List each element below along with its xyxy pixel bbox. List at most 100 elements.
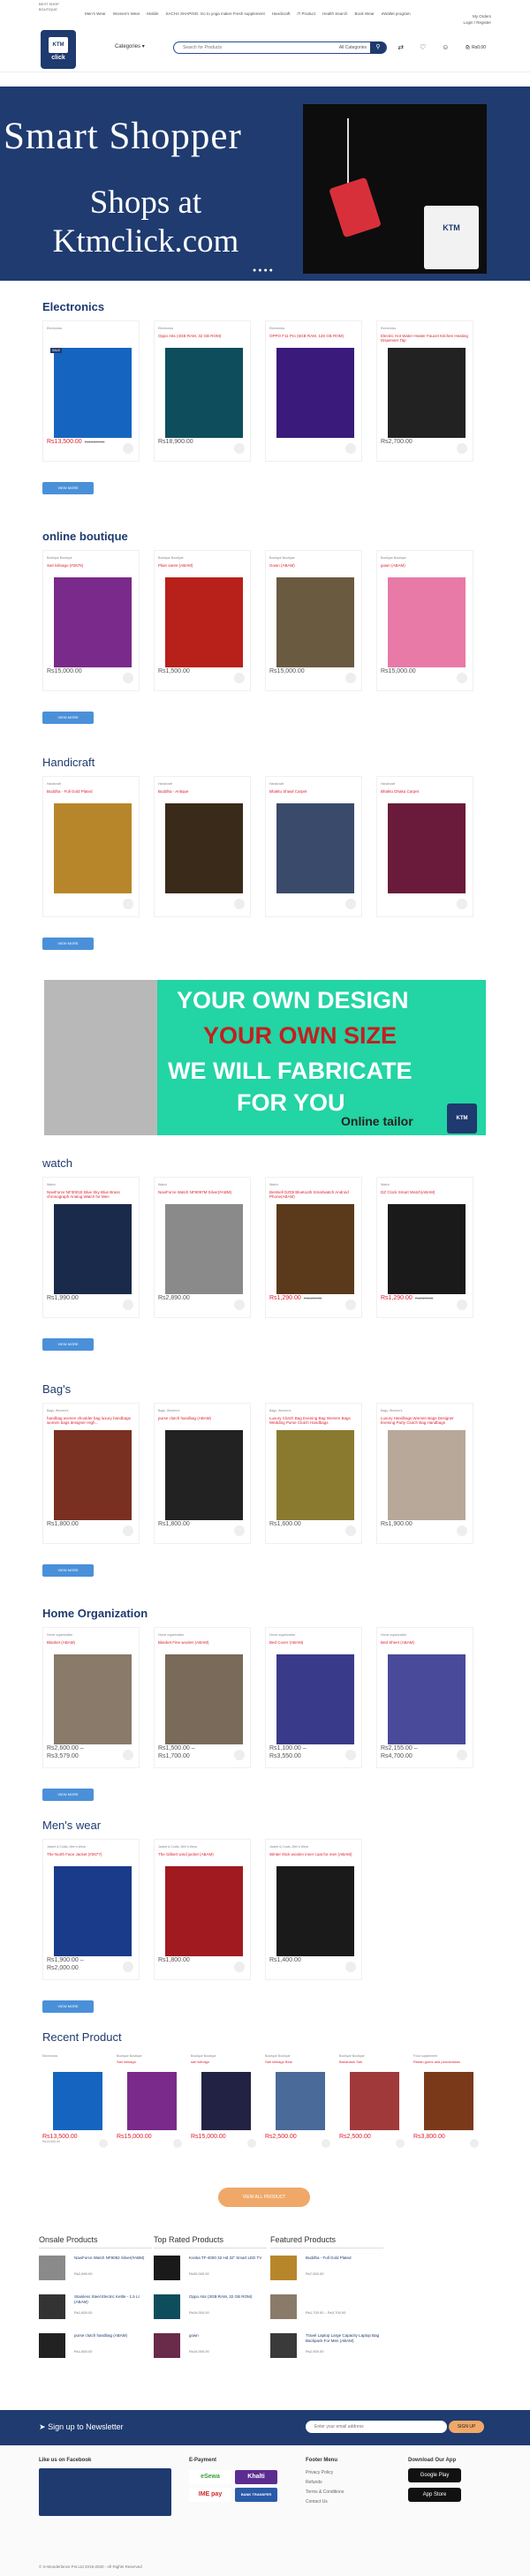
product-thumbnail[interactable] xyxy=(39,2294,65,2319)
product-name[interactable]: Oppo A5s (4GB RAM, 32 GB ROM) xyxy=(158,334,246,338)
product-thumbnail[interactable] xyxy=(270,2333,297,2358)
top-nav-item[interactable]: Health Search xyxy=(322,11,348,16)
product-image[interactable] xyxy=(54,1204,132,1294)
cart-button[interactable]: 🛍 Rs0.00 xyxy=(465,45,486,50)
product-name[interactable]: gown (ABAM) xyxy=(381,563,469,568)
add-to-cart-button[interactable] xyxy=(457,1299,467,1310)
product-image[interactable] xyxy=(165,1866,243,1956)
add-to-cart-button[interactable] xyxy=(234,673,245,683)
add-to-cart-button[interactable] xyxy=(234,1525,245,1536)
product-image[interactable] xyxy=(388,348,466,438)
product-name[interactable]: Buddha - Full Gold Plated xyxy=(47,789,135,794)
product-name[interactable]: OPPO F11 Pro (6GB RAM, 128 GB ROM) xyxy=(269,334,358,338)
product-name[interactable]: Oppo A5s (3GB RAM, 32 GB ROM) xyxy=(189,2294,267,2300)
top-nav-item[interactable]: Men's Wear xyxy=(85,11,106,16)
product-name[interactable]: Luxury Handbags Women Bags Designer Even… xyxy=(381,1416,469,1425)
categories-dropdown[interactable]: Categories ▾ xyxy=(115,43,145,49)
product-image[interactable] xyxy=(388,1204,466,1294)
product-list-item[interactable]: Buddha - Full Gold Plated Rs7,500.00 xyxy=(270,2254,383,2287)
top-nav-item[interactable]: Book Wear xyxy=(355,11,375,16)
recent-product-card[interactable]: Boutique Boutique Sari kilinago Rs15,000.0… xyxy=(117,2054,187,2160)
add-to-cart-button[interactable] xyxy=(457,673,467,683)
product-list-item[interactable]: Stainless Steel Electric Kettle - 1.5 Lt… xyxy=(39,2293,152,2326)
add-to-cart-button[interactable] xyxy=(457,1525,467,1536)
add-to-cart-button[interactable] xyxy=(234,1962,245,1972)
product-image[interactable] xyxy=(165,1204,243,1294)
product-name[interactable]: Travel Laptop Large Capacity Laptop Bag … xyxy=(306,2333,383,2344)
product-name[interactable]: Winter thick woolen inner coat for men (… xyxy=(269,1852,358,1857)
product-card[interactable]: Watch DZ Clock Smart Watch(ABAM) Rs1,290.0… xyxy=(376,1177,473,1318)
product-card[interactable]: Home organization Blanket Fine woolen (AB… xyxy=(154,1627,251,1768)
product-list-item[interactable]: Konka TF-4000 32 Hd 32" Smart LED TV Rs30… xyxy=(154,2254,267,2287)
site-logo[interactable]: KTM click xyxy=(41,30,76,69)
view-more-button[interactable]: VIEW MORE xyxy=(42,938,94,950)
add-to-cart-button[interactable] xyxy=(345,899,356,909)
product-name[interactable]: Banarashi Sari xyxy=(339,2060,410,2068)
add-to-cart-button[interactable] xyxy=(457,443,467,454)
login-register-link[interactable]: Login / Register xyxy=(463,19,491,26)
product-name[interactable]: Plain saree (ABAM) xyxy=(158,563,246,568)
product-category[interactable]: Home organization xyxy=(269,1633,295,1637)
product-category[interactable]: Handicraft xyxy=(381,782,395,786)
product-card[interactable]: Home organization Blanket (ABAM) Rs2,600.0… xyxy=(42,1627,140,1768)
product-list-item[interactable]: Rs1,700.00 – Rs3,700.00 xyxy=(270,2293,383,2326)
add-to-cart-button[interactable] xyxy=(123,443,133,454)
add-to-cart-button[interactable] xyxy=(345,1750,356,1760)
newsletter-email-input[interactable] xyxy=(306,2421,447,2433)
product-name[interactable]: Buddha - Antique xyxy=(158,789,246,794)
newsletter-signup-button[interactable]: SIGN UP xyxy=(449,2421,484,2433)
product-name[interactable]: sari kilinago xyxy=(191,2060,261,2068)
product-image[interactable] xyxy=(388,577,466,667)
product-name[interactable]: Bed Cover (ABAM) xyxy=(269,1640,358,1645)
product-category[interactable]: Bags, Women's xyxy=(269,1409,291,1412)
top-nav-item[interactable]: SACHA SHAPING: Go to yoga maker Fresh su… xyxy=(166,11,265,16)
add-to-cart-button[interactable] xyxy=(345,443,356,454)
recent-product-card[interactable]: Boutique Boutique Sari kilinago Blue Rs2,5… xyxy=(265,2054,336,2160)
product-thumbnail[interactable] xyxy=(154,2294,180,2319)
view-more-button[interactable]: VIEW MORE xyxy=(42,482,94,494)
product-name[interactable]: gown xyxy=(189,2333,267,2339)
add-to-cart-button[interactable] xyxy=(123,899,133,909)
product-card[interactable]: Bags, Women's Luxury Clutch Bag Evening B… xyxy=(265,1403,362,1544)
add-to-cart-button[interactable] xyxy=(345,1525,356,1536)
product-name[interactable]: DZ Clock Smart Watch(ABAM) xyxy=(381,1190,469,1194)
product-image[interactable] xyxy=(276,803,354,893)
product-card[interactable]: Electronics SALE Rs13,500.00 Rs14,500.00 xyxy=(42,320,140,462)
product-list-item[interactable]: NaviForce Watch NF9082 Silver(#ABM) Rs2,8… xyxy=(39,2254,152,2287)
product-card[interactable]: Electronics OPPO F11 Pro (6GB RAM, 128 GB… xyxy=(265,320,362,462)
product-category[interactable]: Jacket & Coats, Men's Wear xyxy=(158,1845,197,1849)
product-card[interactable]: Electronics Electric Hot Water Heater Fau… xyxy=(376,320,473,462)
product-category[interactable]: Food supplement xyxy=(413,2054,484,2058)
product-thumbnail[interactable] xyxy=(154,2333,180,2358)
add-to-cart-button[interactable] xyxy=(123,1962,133,1972)
footer-menu-link[interactable]: Terms & Conditions xyxy=(306,2488,344,2497)
hero-banner[interactable]: Smart Shopper Shops at Ktmclick.com KTM … xyxy=(0,87,530,281)
product-card[interactable]: Boutique Boutique gown (ABAM) Rs15,000.00 xyxy=(376,550,473,691)
product-name[interactable]: The Gilbert wind jacket (ABAM) xyxy=(158,1852,246,1857)
product-image[interactable] xyxy=(350,2072,399,2130)
view-all-products-button[interactable]: VIEW ALL PRODUCT xyxy=(218,2188,310,2207)
product-category[interactable]: Electronics xyxy=(269,327,284,330)
product-name[interactable]: Sari kilinago (#2675) xyxy=(47,563,135,568)
view-more-button[interactable]: VIEW MORE xyxy=(42,1789,94,1801)
product-category[interactable]: Handicraft xyxy=(47,782,61,786)
product-card[interactable]: Boutique Boutique Gown (ABAM) Rs15,000.00 xyxy=(265,550,362,691)
product-image[interactable] xyxy=(276,2072,325,2130)
product-card[interactable]: Electronics Oppo A5s (4GB RAM, 32 GB ROM)… xyxy=(154,320,251,462)
product-category[interactable]: Bags, Women's xyxy=(158,1409,179,1412)
top-nav-item[interactable]: Mobile xyxy=(147,11,158,16)
product-name[interactable]: NaviForce Watch NF9097M Silver(#ABM) xyxy=(158,1190,246,1194)
product-thumbnail[interactable] xyxy=(270,2256,297,2280)
add-to-cart-button[interactable] xyxy=(123,1525,133,1536)
product-name[interactable]: Buddha - Full Gold Plated xyxy=(306,2256,383,2261)
product-image[interactable] xyxy=(276,577,354,667)
product-image[interactable] xyxy=(201,2072,251,2130)
product-category[interactable]: Bags, Women's xyxy=(381,1409,402,1412)
product-category[interactable]: Handicraft xyxy=(269,782,284,786)
product-name[interactable] xyxy=(42,2060,113,2068)
product-image[interactable] xyxy=(165,1654,243,1744)
product-image[interactable] xyxy=(54,1866,132,1956)
product-name[interactable]: NaviForce Watch NF9082 Silver(#ABM) xyxy=(74,2256,152,2261)
product-category[interactable]: Watch xyxy=(158,1183,167,1186)
product-card[interactable]: Handicraft Buddha - Antique xyxy=(154,776,251,917)
